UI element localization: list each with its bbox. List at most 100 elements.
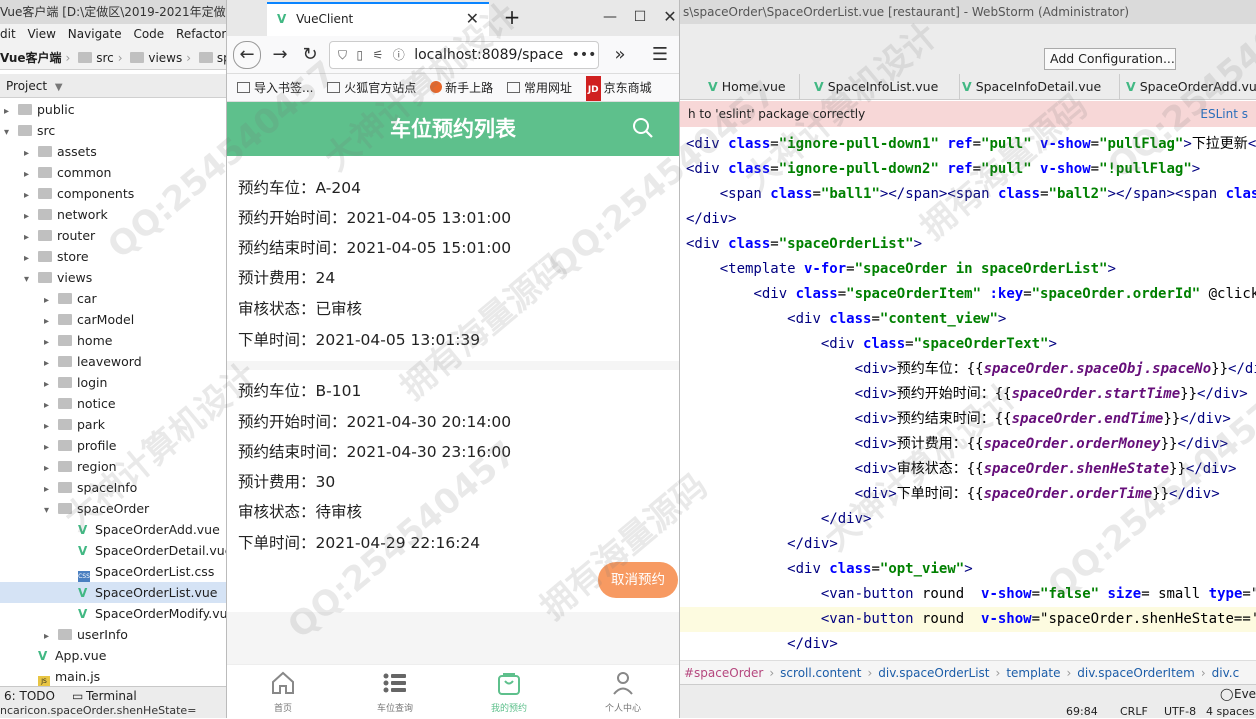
tab-space-search[interactable]: 车位查询 bbox=[355, 669, 435, 714]
code-line[interactable]: <div class="ignore-pull-down1" ref="pull… bbox=[686, 132, 1256, 157]
tree-item[interactable]: ▸ network bbox=[0, 204, 226, 225]
expand-arrow-icon[interactable]: ▸ bbox=[44, 479, 58, 500]
expand-arrow-icon[interactable]: ▸ bbox=[44, 290, 58, 311]
expand-arrow-icon[interactable]: ▸ bbox=[44, 416, 58, 437]
expand-arrow-icon[interactable]: ▸ bbox=[44, 626, 58, 647]
tree-item[interactable]: JS main.js bbox=[0, 666, 226, 686]
tree-item[interactable]: V SpaceOrderAdd.vue bbox=[0, 519, 226, 540]
expand-arrow-icon[interactable]: ▾ bbox=[4, 122, 18, 143]
tree-item[interactable]: ▾ src bbox=[0, 120, 226, 141]
tree-item[interactable]: ▸ userInfo bbox=[0, 624, 226, 645]
menu-navigate[interactable]: Navigate bbox=[68, 27, 122, 41]
tab-my-reservations[interactable]: 我的预约 bbox=[469, 669, 549, 714]
tree-item[interactable]: ▸ leaveword bbox=[0, 351, 226, 372]
project-panel-header[interactable]: Project ▼ bbox=[0, 74, 226, 98]
tab-profile[interactable]: 个人中心 bbox=[583, 669, 663, 714]
tree-item[interactable]: ▸ home bbox=[0, 330, 226, 351]
code-line[interactable]: <span class="ball1"></span><span class="… bbox=[686, 182, 1256, 207]
expand-arrow-icon[interactable]: ▸ bbox=[24, 164, 38, 185]
code-line[interactable]: </div> bbox=[686, 507, 872, 532]
tree-item[interactable]: ▸ spaceInfo bbox=[0, 477, 226, 498]
expand-arrow-icon[interactable]: ▸ bbox=[24, 143, 38, 164]
indent-setting[interactable]: 4 spaces bbox=[1206, 705, 1255, 718]
tree-item[interactable]: ▸ profile bbox=[0, 435, 226, 456]
todo-tab[interactable]: 6: TODO bbox=[4, 689, 55, 703]
url-bar[interactable]: ⛉ ▯ ⚟ ⓘ localhost:8089/space bbox=[329, 41, 599, 69]
code-line[interactable]: </div> bbox=[686, 532, 838, 557]
event-log-icon[interactable]: ◯ bbox=[1220, 687, 1233, 701]
expand-arrow-icon[interactable]: ▸ bbox=[4, 101, 18, 122]
expand-arrow-icon[interactable]: ▸ bbox=[44, 437, 58, 458]
editor-crumb[interactable]: div.c bbox=[1212, 666, 1240, 680]
menu-refactor[interactable]: Refactor bbox=[176, 27, 226, 41]
code-line[interactable]: <div class="spaceOrderItem" :key="spaceO… bbox=[686, 282, 1256, 307]
tree-item[interactable]: ▸ router bbox=[0, 225, 226, 246]
breadcrumb-src[interactable]: src bbox=[96, 51, 114, 65]
hamburger-menu-icon[interactable]: ☰ bbox=[647, 42, 673, 68]
tree-item[interactable]: CSS SpaceOrderList.css bbox=[0, 561, 226, 583]
maximize-button[interactable]: ☐ bbox=[625, 4, 655, 30]
expand-arrow-icon[interactable]: ▸ bbox=[24, 227, 38, 248]
editor-crumb[interactable]: template bbox=[1006, 666, 1060, 680]
event-log-label[interactable]: Eve bbox=[1234, 687, 1256, 701]
tree-item[interactable]: ▾ views bbox=[0, 267, 226, 288]
bookmark-jd[interactable]: JD 京东商城 bbox=[585, 76, 652, 101]
breadcrumb-project[interactable]: Vue客户端 bbox=[0, 51, 62, 65]
add-configuration-button[interactable]: Add Configuration... bbox=[1044, 48, 1176, 70]
breadcrumb-sp[interactable]: sp bbox=[217, 51, 226, 65]
tree-item[interactable]: ▸ common bbox=[0, 162, 226, 183]
back-button[interactable]: ← bbox=[233, 41, 261, 69]
editor-tab-home[interactable]: V Home.vue bbox=[702, 74, 800, 99]
close-icon[interactable]: ✕ bbox=[466, 4, 479, 34]
bookmark-firefox-site[interactable]: 火狐官方站点 bbox=[327, 81, 416, 95]
forward-button[interactable]: → bbox=[267, 42, 293, 68]
code-line[interactable]: <template v-for="spaceOrder in spaceOrde… bbox=[686, 257, 1116, 282]
expand-arrow-icon[interactable]: ▸ bbox=[44, 332, 58, 353]
expand-arrow-icon[interactable]: ▸ bbox=[24, 185, 38, 206]
expand-arrow-icon[interactable]: ▾ bbox=[44, 500, 58, 521]
code-line[interactable]: <van-button round v-show="spaceOrder.she… bbox=[680, 607, 1256, 632]
editor-tab-spaceinfodetail[interactable]: V SpaceInfoDetail.vue bbox=[956, 74, 1120, 99]
editor-crumb[interactable]: div.spaceOrderItem bbox=[1077, 666, 1195, 680]
tree-item[interactable]: ▸ carModel bbox=[0, 309, 226, 330]
expand-arrow-icon[interactable]: ▸ bbox=[44, 353, 58, 374]
terminal-tab[interactable]: Terminal bbox=[86, 689, 137, 703]
editor-tab-spaceorderadd[interactable]: V SpaceOrderAdd.vue bbox=[1120, 74, 1256, 99]
code-line[interactable]: </div> bbox=[686, 207, 737, 232]
page-actions-icon[interactable]: ••• bbox=[571, 42, 597, 68]
code-line[interactable]: <div>预计费用：{{spaceOrder.orderMoney}}</div… bbox=[686, 432, 1228, 457]
menu-code[interactable]: Code bbox=[133, 27, 164, 41]
expand-arrow-icon[interactable]: ▸ bbox=[24, 206, 38, 227]
bookmark-import[interactable]: 导入书签... bbox=[237, 81, 313, 95]
editor-crumb[interactable]: #spaceOrder bbox=[684, 666, 763, 680]
tree-item[interactable]: V SpaceOrderDetail.vue bbox=[0, 540, 226, 561]
menu-view[interactable]: View bbox=[27, 27, 55, 41]
code-line[interactable]: <div>预约开始时间：{{spaceOrder.startTime}}</di… bbox=[686, 382, 1248, 407]
code-line[interactable]: <div class="opt_view"> bbox=[686, 557, 972, 582]
tree-item[interactable]: ▸ notice bbox=[0, 393, 226, 414]
expand-arrow-icon[interactable]: ▸ bbox=[24, 248, 38, 269]
minimize-button[interactable]: — bbox=[595, 4, 625, 30]
tree-item[interactable]: V SpaceOrderList.vue bbox=[0, 582, 226, 603]
expand-arrow-icon[interactable]: ▸ bbox=[44, 374, 58, 395]
code-line[interactable]: </div> bbox=[686, 632, 838, 657]
code-line[interactable]: <div class="content_view"> bbox=[686, 307, 1006, 332]
code-line[interactable]: <div class="spaceOrderText"> bbox=[686, 332, 1057, 357]
code-line[interactable]: <div class="spaceOrderList"> bbox=[686, 232, 922, 257]
menu-edit[interactable]: dit bbox=[0, 27, 16, 41]
search-icon[interactable] bbox=[631, 116, 655, 140]
editor-tab-spaceinfolist[interactable]: V SpaceInfoList.vue bbox=[808, 74, 960, 99]
overflow-icon[interactable]: » bbox=[607, 42, 633, 68]
editor-crumb[interactable]: scroll.content bbox=[780, 666, 861, 680]
tree-item[interactable]: ▾ spaceOrder bbox=[0, 498, 226, 519]
code-line[interactable]: <van-button round v-show="false" size= s… bbox=[686, 582, 1256, 607]
tree-item[interactable]: ▸ assets bbox=[0, 141, 226, 162]
reload-button[interactable]: ↻ bbox=[297, 42, 323, 68]
window-close-button[interactable]: ✕ bbox=[655, 4, 685, 30]
order-card[interactable]: 预约车位：A-204 预约开始时间：2021-04-05 13:01:00 预约… bbox=[227, 156, 679, 361]
line-separator[interactable]: CRLF bbox=[1120, 705, 1148, 718]
new-tab-button[interactable]: + bbox=[497, 2, 527, 32]
code-line[interactable]: <div>预约车位：{{spaceOrder.spaceObj.spaceNo}… bbox=[686, 357, 1256, 382]
tree-item[interactable]: ▸ login bbox=[0, 372, 226, 393]
code-line[interactable]: <div>预约结束时间：{{spaceOrder.endTime}}</div> bbox=[686, 407, 1231, 432]
